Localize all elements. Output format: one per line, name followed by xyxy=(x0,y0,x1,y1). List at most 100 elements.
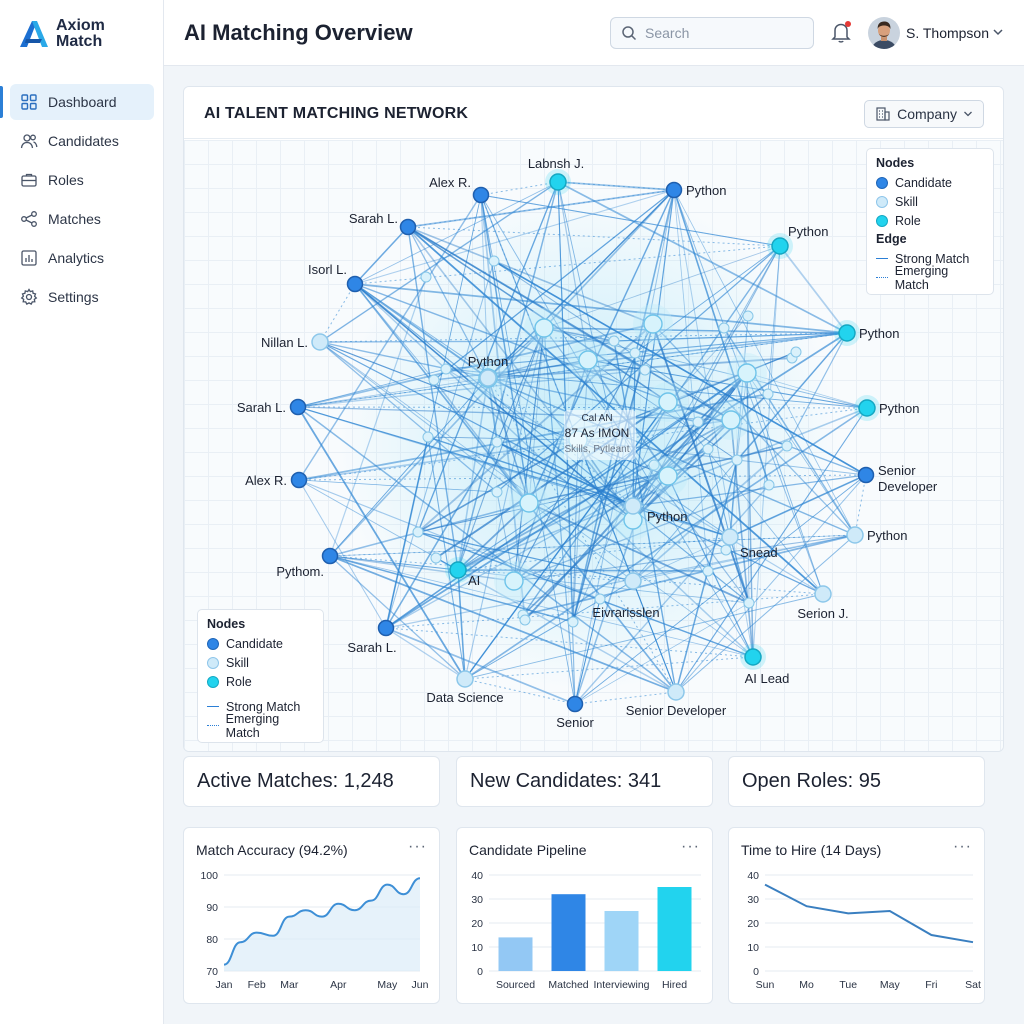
skill-node xyxy=(781,440,793,452)
user-avatar-icon xyxy=(868,17,900,49)
sidebar-item-label: Matches xyxy=(48,211,101,227)
node-label: Labnsh J. xyxy=(528,156,584,171)
role-node xyxy=(771,237,789,255)
search-input[interactable] xyxy=(645,25,795,41)
candidate-node xyxy=(289,398,307,416)
y-tick-label: 70 xyxy=(206,966,218,978)
x-tick-label: Jan xyxy=(216,979,233,991)
node-label: Snead xyxy=(740,545,778,560)
x-tick-label: Sun xyxy=(756,979,775,991)
edge-strong xyxy=(354,226,409,285)
search-icon xyxy=(622,26,637,41)
legend-label: Role xyxy=(226,674,252,689)
x-tick-label: Sourced xyxy=(496,979,535,991)
skill-node xyxy=(412,526,424,538)
top-header: AI Matching Overview S. Thompson xyxy=(164,0,1024,66)
candidate-dot xyxy=(876,176,888,189)
candidate-node xyxy=(399,218,417,236)
y-tick-label: 20 xyxy=(471,918,483,930)
building-icon xyxy=(876,107,890,121)
skill-node xyxy=(718,322,730,334)
skill-hub-node xyxy=(658,466,678,486)
user-name[interactable]: S. Thompson xyxy=(906,25,989,41)
sidebar-item-settings[interactable]: Settings xyxy=(10,279,154,315)
time-to-hire-chart: 40 30 20 10 0Sun Mo Tue May Fri Sat xyxy=(747,870,981,991)
x-tick-label: Interviewing xyxy=(593,979,649,991)
match-accuracy-chart: 100 90 80 70Jan Feb Mar Apr May Jun xyxy=(200,870,429,991)
skill-node xyxy=(456,670,474,688)
stat-new-candidates[interactable]: New Candidates: 341 xyxy=(456,756,713,807)
legend-label: Emerging Match xyxy=(225,711,280,740)
edge-emerging xyxy=(319,283,356,343)
legend-nodes-title: Nodes xyxy=(207,617,246,631)
network-graph-area[interactable]: Alex R. Labnsh J. Python Sarah L. Python Isor… xyxy=(184,140,1003,751)
node-label: AI xyxy=(468,573,480,588)
sidebar-item-candidates[interactable]: Candidates xyxy=(10,123,154,159)
page-title: AI Matching Overview xyxy=(184,20,413,45)
skill-node xyxy=(488,255,500,267)
node-label: Senior xyxy=(556,715,594,730)
node-label: Python xyxy=(647,509,687,524)
briefcase-icon xyxy=(21,173,37,187)
y-tick-label: 40 xyxy=(471,870,483,882)
y-tick-label: 10 xyxy=(747,942,759,954)
skill-node xyxy=(720,544,732,556)
notifications-button[interactable] xyxy=(830,20,852,44)
x-tick-label: Jun xyxy=(412,979,429,991)
edge-strong xyxy=(557,181,675,191)
candidate-pipeline-card: Candidate Pipeline ··· 40 30 20 10 0 Sourced M… xyxy=(456,827,713,1004)
time-to-hire-card: Time to Hire (14 Days) ··· 40 30 20 10 0 Sun M… xyxy=(728,827,985,1004)
app-logo[interactable]: Axiom Match xyxy=(18,18,105,50)
x-tick-label: May xyxy=(880,979,901,991)
candidate-node xyxy=(566,695,584,713)
stat-open-roles[interactable]: Open Roles: 95 xyxy=(728,756,985,807)
center-label-line: 87 As IMON xyxy=(565,426,630,440)
bar-chart-icon xyxy=(21,250,37,266)
y-tick-label: 10 xyxy=(471,942,483,954)
legend-top: Nodes Candidate Skill Role Edge Strong M… xyxy=(866,148,994,295)
skill-node xyxy=(594,593,606,605)
center-label: Cal AN 87 As IMON Skills, Pytleant xyxy=(564,410,636,460)
y-tick-label: 80 xyxy=(206,934,218,946)
sidebar-item-roles[interactable]: Roles xyxy=(10,162,154,198)
center-label-line: Skills, Pytleant xyxy=(564,444,629,455)
skill-node xyxy=(311,333,329,351)
node-label: Senior Developer xyxy=(878,463,938,494)
y-tick-label: 90 xyxy=(206,902,218,914)
skill-dot xyxy=(207,656,219,669)
solid-line-icon xyxy=(876,258,888,259)
node-label: Data Science xyxy=(426,690,503,705)
share-icon xyxy=(21,211,37,227)
network-card: AI TALENT MATCHING NETWORK Company Alex … xyxy=(183,86,1004,752)
y-tick-label: 20 xyxy=(747,918,759,930)
avatar[interactable] xyxy=(868,17,900,49)
sidebar-item-analytics[interactable]: Analytics xyxy=(10,240,154,276)
skill-node xyxy=(731,454,743,466)
node-label: Senior Developer xyxy=(626,703,727,718)
sidebar-item-dashboard[interactable]: Dashboard xyxy=(0,84,154,120)
skill-node xyxy=(702,443,714,455)
legend-item-candidate: Candidate xyxy=(876,173,984,192)
skill-hub-node xyxy=(721,410,741,430)
bar-sourced xyxy=(498,937,533,971)
role-node xyxy=(858,399,876,417)
x-tick-label: Mo xyxy=(799,979,814,991)
sidebar-item-matches[interactable]: Matches xyxy=(10,201,154,237)
chevron-down-icon[interactable] xyxy=(992,27,1004,37)
x-tick-label: Matched xyxy=(548,979,588,991)
legend-label: Role xyxy=(895,213,921,228)
role-node xyxy=(838,324,856,342)
center-label-line: Cal AN xyxy=(581,413,612,424)
role-node xyxy=(549,173,567,191)
node-label: AI Lead xyxy=(745,671,790,686)
y-tick-label: 0 xyxy=(753,966,759,978)
skill-node xyxy=(629,347,641,359)
stat-active-matches[interactable]: Active Matches: 1,248 xyxy=(183,756,440,807)
node-label: Python xyxy=(867,528,907,543)
search-box[interactable] xyxy=(610,17,814,49)
edge-emerging xyxy=(854,474,867,536)
skill-hub-node xyxy=(737,363,757,383)
company-filter-dropdown[interactable]: Company xyxy=(864,100,984,128)
y-tick-label: 100 xyxy=(200,870,218,882)
sidebar-item-label: Dashboard xyxy=(48,94,117,110)
